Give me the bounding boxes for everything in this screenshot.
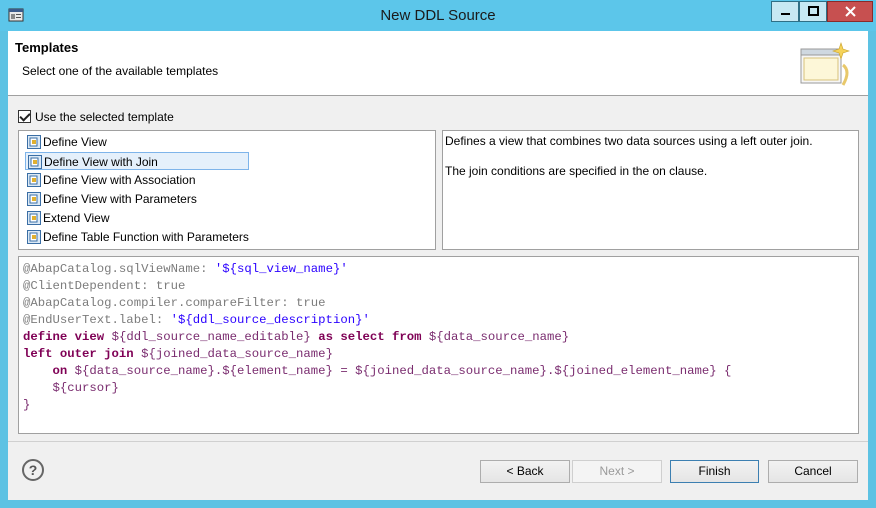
template-item-define-view-with-parameters[interactable]: Define View with Parameters [25,190,249,208]
page-title: Templates [15,40,79,55]
code-line-1: @AbapCatalog.sqlViewName: '${sql_view_na… [23,262,348,276]
help-icon[interactable]: ? [22,459,44,481]
template-item-define-view-with-join[interactable]: Define View with Join [25,152,249,170]
finish-button[interactable]: Finish [670,460,759,483]
code-line-2: @ClientDependent: true [23,279,186,293]
maximize-icon [808,6,819,16]
code-line-4: @EndUserText.label: '${ddl_source_descri… [23,313,370,327]
template-item-label: Define Table Function with Parameters [43,230,249,244]
code-line-3: @AbapCatalog.compiler.compareFilter: tru… [23,296,326,310]
description-line-2: The join conditions are specified in the… [445,164,708,178]
code-line-8: ${cursor} [23,381,119,395]
template-item-label: Define View with Association [43,173,196,187]
close-icon [845,6,856,17]
description-line-1: Defines a view that combines two data so… [445,134,813,148]
template-description: Defines a view that combines two data so… [442,130,859,250]
maximize-button[interactable] [799,1,827,22]
back-button[interactable]: < Back [480,460,570,483]
window-title: New DDL Source [380,7,496,24]
dialog-window: New DDL Source Templates Select one of t… [0,0,876,508]
ddl-template-icon [27,211,41,225]
code-line-5: define view ${ddl_source_name_editable} … [23,330,570,344]
button-bar-separator [8,441,868,442]
minimize-icon [781,13,790,15]
close-button[interactable] [827,1,873,22]
template-item-label: Define View with Parameters [43,192,197,206]
use-template-checkbox[interactable] [18,110,31,123]
template-item-label: Define View with Join [44,155,158,169]
page-subtitle: Select one of the available templates [22,64,219,78]
title-bar[interactable]: New DDL Source [0,0,876,31]
code-line-9: } [23,398,31,412]
template-item-define-view[interactable]: Define View [25,133,249,151]
ddl-template-icon [28,155,42,169]
ddl-template-icon [27,230,41,244]
dialog-client: Templates Select one of the available te… [8,31,868,500]
template-item-extend-view[interactable]: Extend View [25,209,249,227]
code-line-7: on ${data_source_name}.${element_name} =… [23,364,732,378]
wizard-banner-icon [800,42,850,86]
code-line-6: left outer join ${joined_data_source_nam… [23,347,333,361]
cancel-button[interactable]: Cancel [768,460,858,483]
next-button[interactable]: Next > [572,460,662,483]
template-item-define-view-with-association[interactable]: Define View with Association [25,171,249,189]
ddl-template-icon [27,173,41,187]
ddl-template-icon [27,192,41,206]
minimize-button[interactable] [771,1,799,22]
wizard-header: Templates Select one of the available te… [8,31,868,96]
ddl-template-icon [27,135,41,149]
use-template-label: Use the selected template [35,110,174,124]
template-item-label: Extend View [43,211,110,225]
template-preview-code[interactable]: @AbapCatalog.sqlViewName: '${sql_view_na… [18,256,859,434]
template-item-define-table-function-with-parameters[interactable]: Define Table Function with Parameters [25,228,249,246]
template-item-label: Define View [43,135,107,149]
template-list[interactable]: Define View Define View with Join Define… [18,130,436,250]
